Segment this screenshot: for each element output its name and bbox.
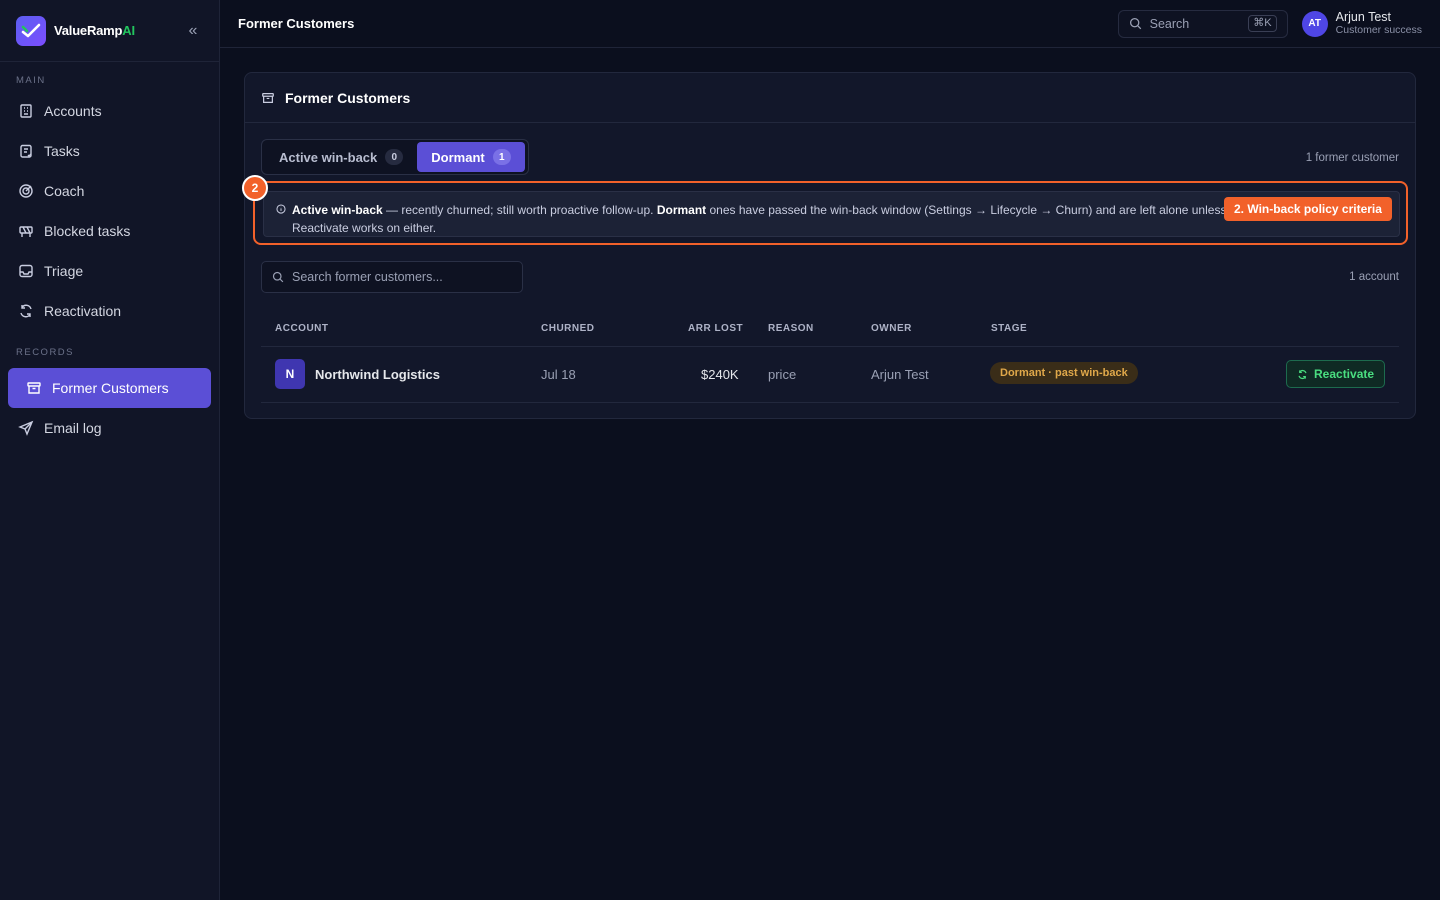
table-header: ACCOUNT CHURNED ARR LOST REASON OWNER ST… bbox=[261, 311, 1399, 347]
info-text-active: — recently churned; still worth proactiv… bbox=[382, 203, 657, 217]
sidebar-item-blocked-tasks[interactable]: Blocked tasks bbox=[0, 211, 219, 251]
topbar: Former Customers Search ⌘K AT Arjun Test… bbox=[220, 0, 1440, 48]
account-avatar: N bbox=[275, 359, 305, 389]
tab-label: Active win-back bbox=[279, 149, 378, 165]
info-icon bbox=[276, 204, 286, 214]
user-name: Arjun Test bbox=[1335, 9, 1391, 24]
info-text-dormant: ones have passed the win-back window (Se… bbox=[706, 203, 1314, 217]
column-header-arr-lost[interactable]: ARR LOST bbox=[688, 323, 743, 334]
sidebar: ValueRampAI « MAIN Accounts Tasks Coach … bbox=[0, 0, 220, 900]
tab-label: Dormant bbox=[431, 149, 485, 165]
sidebar-item-tasks[interactable]: Tasks bbox=[0, 131, 219, 171]
sidebar-item-label: Email log bbox=[44, 420, 102, 436]
send-icon bbox=[18, 420, 34, 436]
former-customer-count: 1 former customer bbox=[1305, 152, 1399, 164]
refresh-icon bbox=[1298, 369, 1307, 379]
sidebar-item-label: Reactivation bbox=[44, 303, 122, 319]
sidebar-item-label: Triage bbox=[44, 263, 84, 279]
card-title: Former Customers bbox=[285, 89, 411, 106]
search-label: Search bbox=[1149, 16, 1190, 31]
search-shortcut: ⌘K bbox=[1248, 15, 1277, 32]
user-role: Customer success bbox=[1335, 23, 1422, 36]
table-row[interactable]: N Northwind Logistics Jul 18 $240K price… bbox=[261, 347, 1399, 403]
tab-group: Active win-back 0 Dormant 1 bbox=[261, 139, 529, 175]
building-icon bbox=[20, 104, 32, 118]
sidebar-item-email-log[interactable]: Email log bbox=[0, 408, 219, 448]
target-icon bbox=[19, 184, 33, 198]
sidebar-item-coach[interactable]: Coach bbox=[0, 171, 219, 211]
sidebar-item-accounts[interactable]: Accounts bbox=[0, 91, 219, 131]
column-header-account[interactable]: ACCOUNT bbox=[275, 323, 329, 334]
tab-count: 0 bbox=[385, 149, 404, 165]
churned-date: Jul 18 bbox=[541, 367, 576, 382]
search-icon bbox=[272, 271, 284, 283]
collapse-sidebar-icon[interactable]: « bbox=[183, 22, 203, 40]
tab-count: 1 bbox=[492, 149, 511, 165]
info-term-dormant: Dormant bbox=[656, 203, 707, 217]
sidebar-item-label: Tasks bbox=[44, 143, 80, 159]
sidebar-item-former-customers[interactable]: Former Customers bbox=[8, 368, 211, 408]
tab-dormant[interactable]: Dormant 1 bbox=[417, 142, 525, 172]
user-menu[interactable]: AT Arjun Test Customer success bbox=[1301, 9, 1422, 37]
column-header-churned[interactable]: CHURNED bbox=[541, 323, 595, 334]
brand-name: ValueRampAI bbox=[54, 23, 135, 38]
sidebar-item-label: Blocked tasks bbox=[44, 223, 131, 239]
search-placeholder: Search former customers... bbox=[292, 270, 443, 284]
owner-name: Arjun Test bbox=[871, 367, 929, 382]
former-customers-card: Former Customers Active win-back 0 Dorma… bbox=[242, 72, 1416, 419]
inbox-icon bbox=[19, 264, 33, 278]
clipboard-icon bbox=[20, 144, 32, 158]
section-label-records: RECORDS bbox=[16, 347, 75, 358]
column-header-owner[interactable]: OWNER bbox=[871, 323, 912, 334]
sidebar-item-reactivation[interactable]: Reactivation bbox=[0, 291, 219, 331]
avatar: AT bbox=[1301, 10, 1328, 37]
sidebar-item-label: Coach bbox=[44, 183, 85, 199]
arr-lost: $240K bbox=[701, 367, 739, 382]
page-title: Former Customers bbox=[238, 16, 355, 31]
account-count: 1 account bbox=[1349, 271, 1399, 283]
info-line-2: Reactivate works on either. bbox=[292, 221, 437, 235]
sidebar-item-label: Former Customers bbox=[52, 380, 169, 396]
global-search[interactable]: Search ⌘K bbox=[1117, 9, 1288, 38]
section-label-main: MAIN bbox=[16, 75, 46, 86]
column-header-stage[interactable]: STAGE bbox=[991, 323, 1027, 334]
brand: ValueRampAI « bbox=[0, 0, 219, 62]
sidebar-item-triage[interactable]: Triage bbox=[0, 251, 219, 291]
info-term-active: Active win-back bbox=[292, 203, 383, 217]
blocked-icon bbox=[19, 226, 33, 237]
sidebar-item-label: Accounts bbox=[44, 103, 102, 119]
annotation-callout: 2. Win-back policy criteria bbox=[1224, 197, 1392, 221]
column-header-reason[interactable]: REASON bbox=[768, 323, 814, 334]
reactivate-button[interactable]: Reactivate bbox=[1286, 360, 1386, 388]
archive-icon bbox=[27, 382, 41, 394]
stage-badge: Dormant · past win-back bbox=[990, 362, 1138, 384]
churn-reason: price bbox=[768, 367, 797, 382]
archive-icon bbox=[262, 92, 274, 103]
former-customers-search-input[interactable]: Search former customers... bbox=[261, 261, 523, 293]
refresh-icon bbox=[20, 304, 32, 318]
annotation-number-badge: 2 bbox=[242, 175, 268, 201]
logo-icon[interactable] bbox=[16, 15, 46, 46]
reactivate-label: Reactivate bbox=[1314, 367, 1375, 381]
tab-active-win-back[interactable]: Active win-back 0 bbox=[265, 142, 417, 172]
account-name[interactable]: Northwind Logistics bbox=[315, 367, 440, 382]
search-icon bbox=[1129, 17, 1141, 30]
